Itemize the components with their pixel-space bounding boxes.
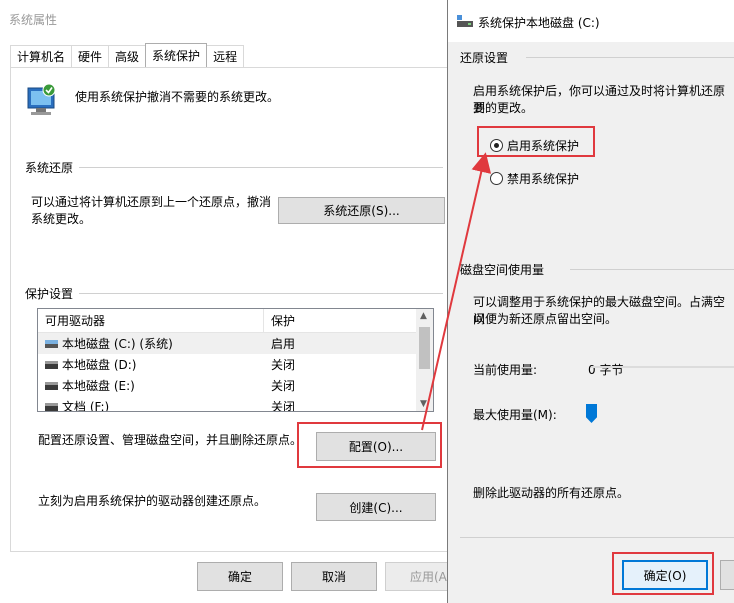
drive-name: 本地磁盘 (C:) (系统) xyxy=(62,337,173,351)
disk-usage-line2: 以便为新还原点留出空间。 xyxy=(473,312,618,326)
drive-name: 本地磁盘 (D:) xyxy=(62,358,137,372)
tab-system-protection[interactable]: 系统保护 xyxy=(145,43,208,67)
dialog-body: 还原设置 启用系统保护后，你可以通过及时将计算机还原到 要的更改。 启用系统保护… xyxy=(448,42,734,603)
restore-description-line1: 可以通过将计算机还原到上一个还原点，撤消 xyxy=(31,195,272,209)
create-button[interactable]: 创建(C)... xyxy=(316,493,436,521)
drive-protection-status: 关闭 xyxy=(271,379,296,393)
scroll-up-icon[interactable]: ▲ xyxy=(420,311,427,321)
scrollbar-thumb[interactable] xyxy=(419,327,430,369)
column-protection[interactable]: 保护 xyxy=(264,309,295,332)
cancel-button[interactable]: 取消 xyxy=(291,562,377,591)
system-protection-icon xyxy=(27,83,56,115)
restore-settings-label: 还原设置 xyxy=(460,51,509,65)
tab-hardware[interactable]: 硬件 xyxy=(71,45,110,67)
drive-protection-status: 关闭 xyxy=(271,400,296,412)
restore-description-line2: 系统更改。 xyxy=(31,212,92,226)
max-usage-slider-thumb[interactable] xyxy=(586,404,597,423)
restore-group-divider xyxy=(25,167,443,168)
dialog-cancel-button-partial[interactable] xyxy=(720,560,734,590)
drive-list-scrollbar[interactable]: ▲ ▼ xyxy=(416,309,433,411)
dialog-ok-button[interactable]: 确定(O) xyxy=(622,560,708,590)
window-title: 系统属性 xyxy=(0,0,451,38)
dialog-title: 系统保护本地磁盘 (C:) xyxy=(478,16,600,30)
protection-group-label: 保护设置 xyxy=(25,285,80,302)
system-drive-icon xyxy=(45,339,58,348)
delete-points-description: 删除此驱动器的所有还原点。 xyxy=(473,486,630,500)
system-restore-button[interactable]: 系统还原(S)... xyxy=(278,197,445,224)
drive-list-header: 可用驱动器 保护 xyxy=(38,309,433,333)
drive-protection-status: 关闭 xyxy=(271,358,296,372)
configure-description: 配置还原设置、管理磁盘空间，并且删除还原点。 xyxy=(38,433,303,447)
drive-name: 文档 (F:) xyxy=(62,400,110,412)
drive-protection-status: 启用 xyxy=(271,337,296,351)
current-usage-value: 0 字节 xyxy=(588,363,624,377)
system-properties-window: 系统属性 计算机名 硬件 高级 系统保护 远程 使用系统保护撤消不需要的系统更改… xyxy=(0,0,452,603)
current-usage-label: 当前使用量: xyxy=(473,363,538,377)
disk-usage-label: 磁盘空间使用量 xyxy=(460,263,545,277)
drive-row[interactable]: 本地磁盘 (E:) 关闭 xyxy=(38,375,433,396)
max-usage-label: 最大使用量(M): xyxy=(473,408,557,422)
drive-icon xyxy=(45,360,58,369)
radio-selected-icon xyxy=(490,139,503,152)
tab-remote[interactable]: 远程 xyxy=(206,45,245,67)
disk-protection-dialog: 系统保护本地磁盘 (C:) 还原设置 启用系统保护后，你可以通过及时将计算机还原… xyxy=(447,0,734,603)
max-usage-slider-track[interactable] xyxy=(591,366,734,368)
drive-icon xyxy=(45,381,58,390)
radio-unselected-icon xyxy=(490,172,503,185)
restore-settings-line2: 要的更改。 xyxy=(473,101,534,115)
enable-protection-label: 启用系统保护 xyxy=(507,139,580,153)
configure-button[interactable]: 配置(O)... xyxy=(316,432,436,461)
drive-list[interactable]: 可用驱动器 保护 本地磁盘 (C:) (系统) 启用 本地磁盘 (D:) 关闭 … xyxy=(37,308,434,412)
protection-group-divider xyxy=(25,293,443,294)
scroll-down-icon[interactable]: ▼ xyxy=(420,399,427,409)
tab-advanced[interactable]: 高级 xyxy=(108,45,147,67)
disk-usage-divider xyxy=(570,269,734,270)
disable-protection-label: 禁用系统保护 xyxy=(507,172,580,186)
apply-button[interactable]: 应用(A) xyxy=(385,562,452,591)
drive-icon xyxy=(457,15,473,27)
header-description: 使用系统保护撤消不需要的系统更改。 xyxy=(75,90,280,104)
restore-settings-divider xyxy=(526,57,734,58)
ok-button[interactable]: 确定 xyxy=(197,562,283,591)
tab-strip: 计算机名 硬件 高级 系统保护 远程 xyxy=(10,43,245,67)
dialog-titlebar: 系统保护本地磁盘 (C:) xyxy=(448,0,734,42)
restore-group-label: 系统还原 xyxy=(25,159,80,176)
create-description: 立刻为启用系统保护的驱动器创建还原点。 xyxy=(38,494,267,508)
drive-row[interactable]: 本地磁盘 (D:) 关闭 xyxy=(38,354,433,375)
drive-row[interactable]: 文档 (F:) 关闭 xyxy=(38,396,433,412)
drive-row[interactable]: 本地磁盘 (C:) (系统) 启用 xyxy=(38,333,433,354)
footer-divider xyxy=(460,537,734,538)
tab-computer-name[interactable]: 计算机名 xyxy=(10,45,73,67)
column-available-drives[interactable]: 可用驱动器 xyxy=(38,309,264,332)
drive-name: 本地磁盘 (E:) xyxy=(62,379,135,393)
drive-icon xyxy=(45,402,58,411)
disable-protection-radio[interactable]: 禁用系统保护 xyxy=(490,170,579,187)
enable-protection-radio[interactable]: 启用系统保护 xyxy=(490,137,579,154)
